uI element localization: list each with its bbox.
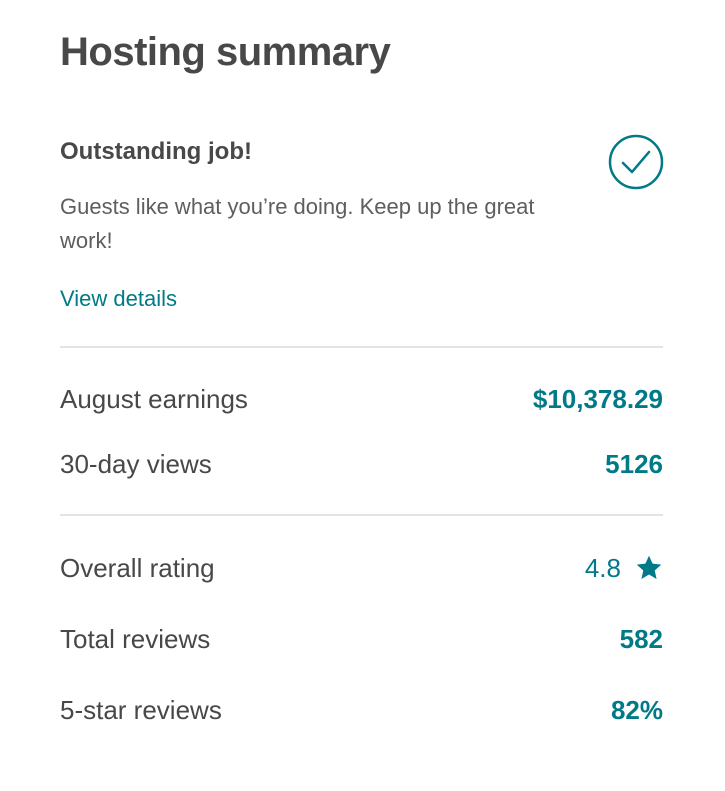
status-heading: Outstanding job! [60, 138, 252, 165]
stat-rating: Overall rating 4.8 [60, 551, 663, 585]
rating-value: 4.8 [584, 552, 621, 583]
rating-display: 4.8 [585, 553, 663, 584]
star-icon [636, 555, 662, 579]
rating-label: Overall rating [60, 552, 215, 583]
views-value: 5126 [605, 448, 663, 479]
stat-five-star: 5-star reviews 82% [60, 693, 663, 727]
stat-views: 30-day views 5126 [60, 447, 663, 481]
check-circle-icon [608, 134, 664, 190]
earnings-label: August earnings [60, 383, 248, 414]
stat-earnings: August earnings $10,378.29 [60, 382, 663, 416]
total-reviews-value: 582 [619, 623, 663, 654]
status-message: Guests like what you’re doing. Keep up t… [60, 194, 535, 253]
divider [60, 514, 663, 516]
total-reviews-label: Total reviews [60, 623, 211, 654]
five-star-value: 82% [610, 694, 663, 725]
views-label: 30-day views [60, 448, 212, 479]
divider [60, 346, 663, 348]
earnings-value: $10,378.29 [532, 383, 663, 414]
stat-total-reviews: Total reviews 582 [60, 622, 663, 656]
page-title: Hosting summary [60, 30, 391, 74]
five-star-label: 5-star reviews [60, 694, 222, 725]
view-details-link[interactable]: View details [60, 286, 177, 312]
